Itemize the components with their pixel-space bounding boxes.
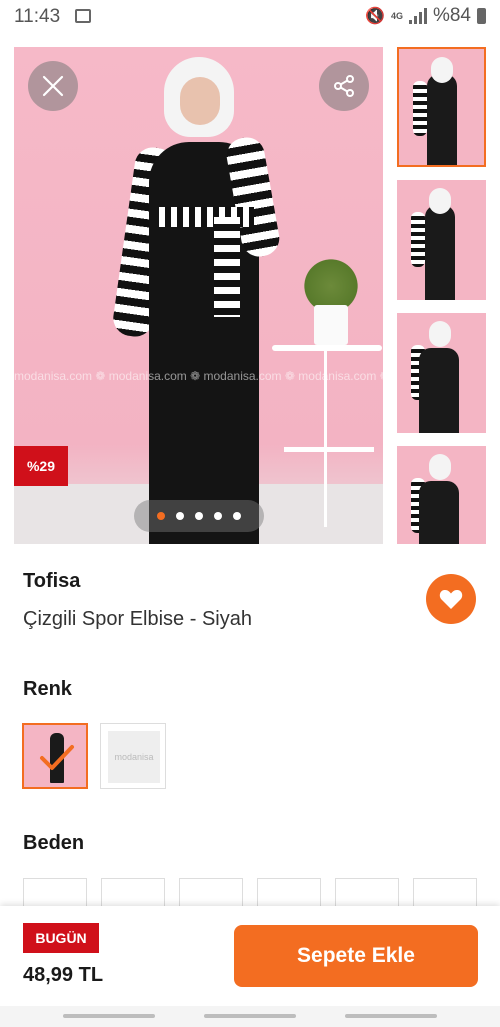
product-title: Çizgili Spor Elbise - Siyah (23, 608, 252, 630)
share-icon (334, 75, 354, 97)
battery-level: %84 (432, 5, 471, 26)
model-face (180, 77, 220, 125)
heart-icon (439, 589, 463, 609)
battery-icon (477, 8, 486, 24)
thumb-head (431, 57, 453, 83)
table-shelf (284, 447, 374, 452)
nav-gesture-left[interactable] (63, 1014, 155, 1018)
mute-icon: 🔇 (365, 8, 385, 25)
purchase-bar: BUGÜN 48,99 TL Sepete Ekle (0, 906, 500, 1006)
add-to-cart-button[interactable]: Sepete Ekle (234, 925, 478, 987)
size-options (23, 878, 483, 938)
favorite-button[interactable] (426, 574, 476, 624)
close-icon (42, 75, 64, 97)
thumb-head (429, 321, 451, 347)
status-icons: 🔇 4G %84 (365, 5, 486, 27)
network-type: 4G (390, 10, 403, 21)
today-badge: BUGÜN (23, 923, 99, 953)
brand-name[interactable]: Tofisa (23, 570, 80, 593)
thumbnail-1[interactable] (397, 47, 486, 167)
thumb-head (429, 188, 451, 214)
side-table (272, 345, 382, 351)
thumb-dress (419, 481, 459, 544)
thumbnail-4[interactable] (397, 446, 486, 544)
model-belt-tail (214, 217, 240, 317)
status-time: 11:43 (14, 6, 61, 27)
discount-badge: %29 (14, 446, 68, 486)
share-button[interactable] (319, 61, 369, 111)
thumbnail-2[interactable] (397, 180, 486, 300)
plant-pot (314, 305, 348, 345)
pagination-dot[interactable] (195, 512, 203, 520)
plant (299, 237, 363, 307)
pagination-dot[interactable] (233, 512, 241, 520)
product-main-image[interactable]: modanisa.com ❁ modanisa.com ❁ modanisa.c… (14, 47, 383, 544)
system-nav-bar (0, 1006, 500, 1027)
thumb-dress (427, 74, 457, 165)
watermark: modanisa.com ❁ modanisa.com ❁ modanisa.c… (14, 369, 383, 383)
image-pagination[interactable] (134, 500, 264, 532)
nav-gesture-home[interactable] (204, 1014, 296, 1018)
nav-gesture-right[interactable] (345, 1014, 437, 1018)
size-section-title: Beden (23, 832, 85, 854)
check-icon (40, 745, 74, 770)
signal-icon (408, 8, 427, 24)
price: 48,99 TL (23, 964, 104, 986)
pagination-dot[interactable] (214, 512, 222, 520)
pagination-dot[interactable] (157, 512, 165, 520)
thumb-sleeve (411, 212, 425, 267)
thumb-sleeve (413, 81, 427, 136)
status-bar: 11:43 🔇 4G %84 (0, 0, 500, 34)
image-notification-icon (75, 9, 91, 23)
color-section-title: Renk (23, 678, 72, 700)
color-swatch-selected[interactable] (22, 723, 88, 789)
thumb-head (429, 454, 451, 480)
close-button[interactable] (28, 61, 78, 111)
thumbnail-3[interactable] (397, 313, 486, 433)
thumb-dress (419, 348, 459, 433)
color-swatch[interactable]: modanisa (100, 723, 166, 789)
pagination-dot[interactable] (176, 512, 184, 520)
swatch-placeholder: modanisa (108, 731, 160, 783)
thumb-dress (425, 205, 455, 300)
